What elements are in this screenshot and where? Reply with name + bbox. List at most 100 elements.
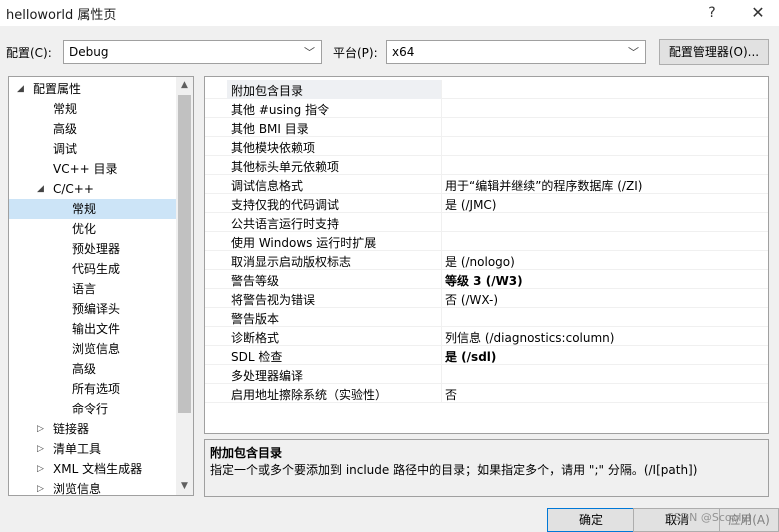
property-row[interactable]: 其他标头单元依赖项 — [205, 156, 768, 175]
column-divider — [441, 156, 442, 175]
configuration-manager-button[interactable]: 配置管理器(O)... — [659, 39, 769, 65]
tree-item[interactable]: 输出文件 — [9, 319, 176, 339]
collapsed-arrow-icon[interactable]: ▷ — [37, 479, 44, 495]
column-divider — [441, 308, 442, 327]
scroll-up-icon[interactable]: ▲ — [176, 77, 193, 94]
close-icon[interactable]: ✕ — [738, 2, 778, 24]
property-grid[interactable]: 附加包含目录 其他 #using 指令其他 BMI 目录 其他模块依赖项其他标头单元… — [204, 76, 769, 434]
ok-button[interactable]: 确定 — [547, 508, 635, 532]
property-value[interactable]: 等级 3 (/W3) — [445, 272, 523, 289]
tree-item[interactable]: 浏览信息 — [9, 339, 176, 359]
collapsed-arrow-icon[interactable]: ▷ — [37, 459, 44, 479]
tree-item[interactable]: ▷ 链接器 — [9, 419, 176, 439]
property-row[interactable]: 警告版本 — [205, 308, 768, 327]
property-name: 诊断格式 — [231, 331, 280, 345]
property-row[interactable]: 警告等级 等级 3 (/W3) — [205, 270, 768, 289]
column-divider — [441, 289, 442, 308]
property-tree[interactable]: ◢ 配置属性 常规 高级 调试 VC++ 目录 ◢ C/C++ 常规 优化 预处理器 代码生成 语言 预编… — [8, 76, 194, 496]
tree-item-label: 输出文件 — [72, 322, 121, 336]
property-name: 支持仅我的代码调试 — [231, 198, 340, 212]
column-divider — [441, 270, 442, 289]
property-row[interactable]: SDL 检查 是 (/sdl) — [205, 346, 768, 365]
scroll-thumb[interactable] — [178, 95, 191, 413]
column-divider — [441, 384, 442, 403]
property-row[interactable]: 取消显示启动版权标志 是 (/nologo) — [205, 251, 768, 270]
property-row[interactable]: 调试信息格式 用于“编辑并继续”的程序数据库 (/ZI) — [205, 175, 768, 194]
tree-item-label: 常规 — [72, 202, 97, 216]
tree-item-label: 预处理器 — [72, 242, 121, 256]
tree-item[interactable]: ▷ 清单工具 — [9, 439, 176, 459]
tree-item[interactable]: 调试 — [9, 139, 176, 159]
property-name: 警告版本 — [231, 312, 280, 326]
property-value[interactable]: 是 (/nologo) — [445, 253, 515, 270]
property-name: 附加包含目录 — [231, 84, 304, 98]
tree-item[interactable]: 高级 — [9, 359, 176, 379]
column-divider — [441, 137, 442, 156]
property-row[interactable]: 诊断格式 列信息 (/diagnostics:column) — [205, 327, 768, 346]
column-divider — [441, 175, 442, 194]
property-name: 其他模块依赖项 — [231, 141, 316, 155]
property-value[interactable]: 用于“编辑并继续”的程序数据库 (/ZI) — [445, 177, 642, 194]
tree-item[interactable]: 优化 — [9, 219, 176, 239]
description-title: 附加包含目录 — [210, 446, 283, 460]
tree-item-label: VC++ 目录 — [53, 162, 118, 176]
description-panel: 附加包含目录 指定一个或多个要添加到 include 路径中的目录；如果指定多个… — [204, 439, 769, 497]
column-divider — [441, 346, 442, 365]
column-divider — [441, 99, 442, 118]
property-row[interactable]: 公共语言运行时支持 — [205, 213, 768, 232]
property-row[interactable]: 其他 BMI 目录 — [205, 118, 768, 137]
tree-item-label: 配置属性 — [33, 82, 82, 96]
property-value[interactable]: 否 — [445, 386, 457, 403]
property-row[interactable]: 支持仅我的代码调试 是 (/JMC) — [205, 194, 768, 213]
tree-item-label: 命令行 — [72, 402, 109, 416]
tree-item[interactable]: 常规 — [9, 99, 176, 119]
tree-item[interactable]: 高级 — [9, 119, 176, 139]
tree-item-label: 预编译头 — [72, 302, 121, 316]
property-name: 其他 BMI 目录 — [231, 122, 309, 136]
property-value[interactable]: 否 (/WX-) — [445, 291, 498, 308]
property-row[interactable]: 使用 Windows 运行时扩展 — [205, 232, 768, 251]
tree-item[interactable]: 代码生成 — [9, 259, 176, 279]
property-row[interactable]: 其他 #using 指令 — [205, 99, 768, 118]
tree-item-label: 浏览信息 — [72, 342, 121, 356]
tree-item[interactable]: 所有选项 — [9, 379, 176, 399]
tree-item[interactable]: ◢ 配置属性 — [9, 79, 176, 99]
expanded-arrow-icon[interactable]: ◢ — [17, 79, 24, 99]
tree-item-label: 语言 — [72, 282, 97, 296]
tree-scrollbar[interactable]: ▲ ▼ — [176, 77, 193, 495]
property-name: 多处理器编译 — [231, 369, 304, 383]
collapsed-arrow-icon[interactable]: ▷ — [37, 419, 44, 439]
help-icon[interactable]: ? — [692, 2, 732, 24]
tree-item[interactable]: ▷ XML 文档生成器 — [9, 459, 176, 479]
property-row[interactable]: 多处理器编译 — [205, 365, 768, 384]
property-row[interactable]: 附加包含目录 — [205, 80, 768, 99]
property-row[interactable]: 其他模块依赖项 — [205, 137, 768, 156]
tree-item-label: 清单工具 — [53, 442, 102, 456]
config-label: 配置(C): — [6, 46, 52, 60]
tree-item[interactable]: ▷ 浏览信息 — [9, 479, 176, 495]
property-name: 使用 Windows 运行时扩展 — [231, 236, 377, 250]
property-value[interactable]: 是 (/JMC) — [445, 196, 497, 213]
tree-item[interactable]: ◢ C/C++ — [9, 179, 176, 199]
property-row[interactable]: 将警告视为错误 否 (/WX-) — [205, 289, 768, 308]
tree-item[interactable]: 预编译头 — [9, 299, 176, 319]
tree-item[interactable]: 常规 — [9, 199, 176, 219]
collapsed-arrow-icon[interactable]: ▷ — [37, 439, 44, 459]
property-value[interactable]: 是 (/sdl) — [445, 348, 496, 365]
property-name: 取消显示启动版权标志 — [231, 255, 352, 269]
property-row[interactable]: 启用地址擦除系统（实验性） 否 — [205, 384, 768, 403]
config-select[interactable]: Debug ﹀ — [63, 40, 322, 64]
property-name: 其他标头单元依赖项 — [231, 160, 340, 174]
column-divider — [441, 118, 442, 137]
column-divider — [441, 194, 442, 213]
expanded-arrow-icon[interactable]: ◢ — [37, 179, 44, 199]
tree-item[interactable]: 预处理器 — [9, 239, 176, 259]
property-value[interactable]: 列信息 (/diagnostics:column) — [445, 329, 614, 346]
scroll-down-icon[interactable]: ▼ — [176, 478, 193, 495]
watermark: CSDN @Scoolyl — [666, 511, 751, 524]
tree-item[interactable]: VC++ 目录 — [9, 159, 176, 179]
tree-item[interactable]: 语言 — [9, 279, 176, 299]
tree-item[interactable]: 命令行 — [9, 399, 176, 419]
platform-select[interactable]: x64 ﹀ — [386, 40, 646, 64]
column-divider — [441, 232, 442, 251]
